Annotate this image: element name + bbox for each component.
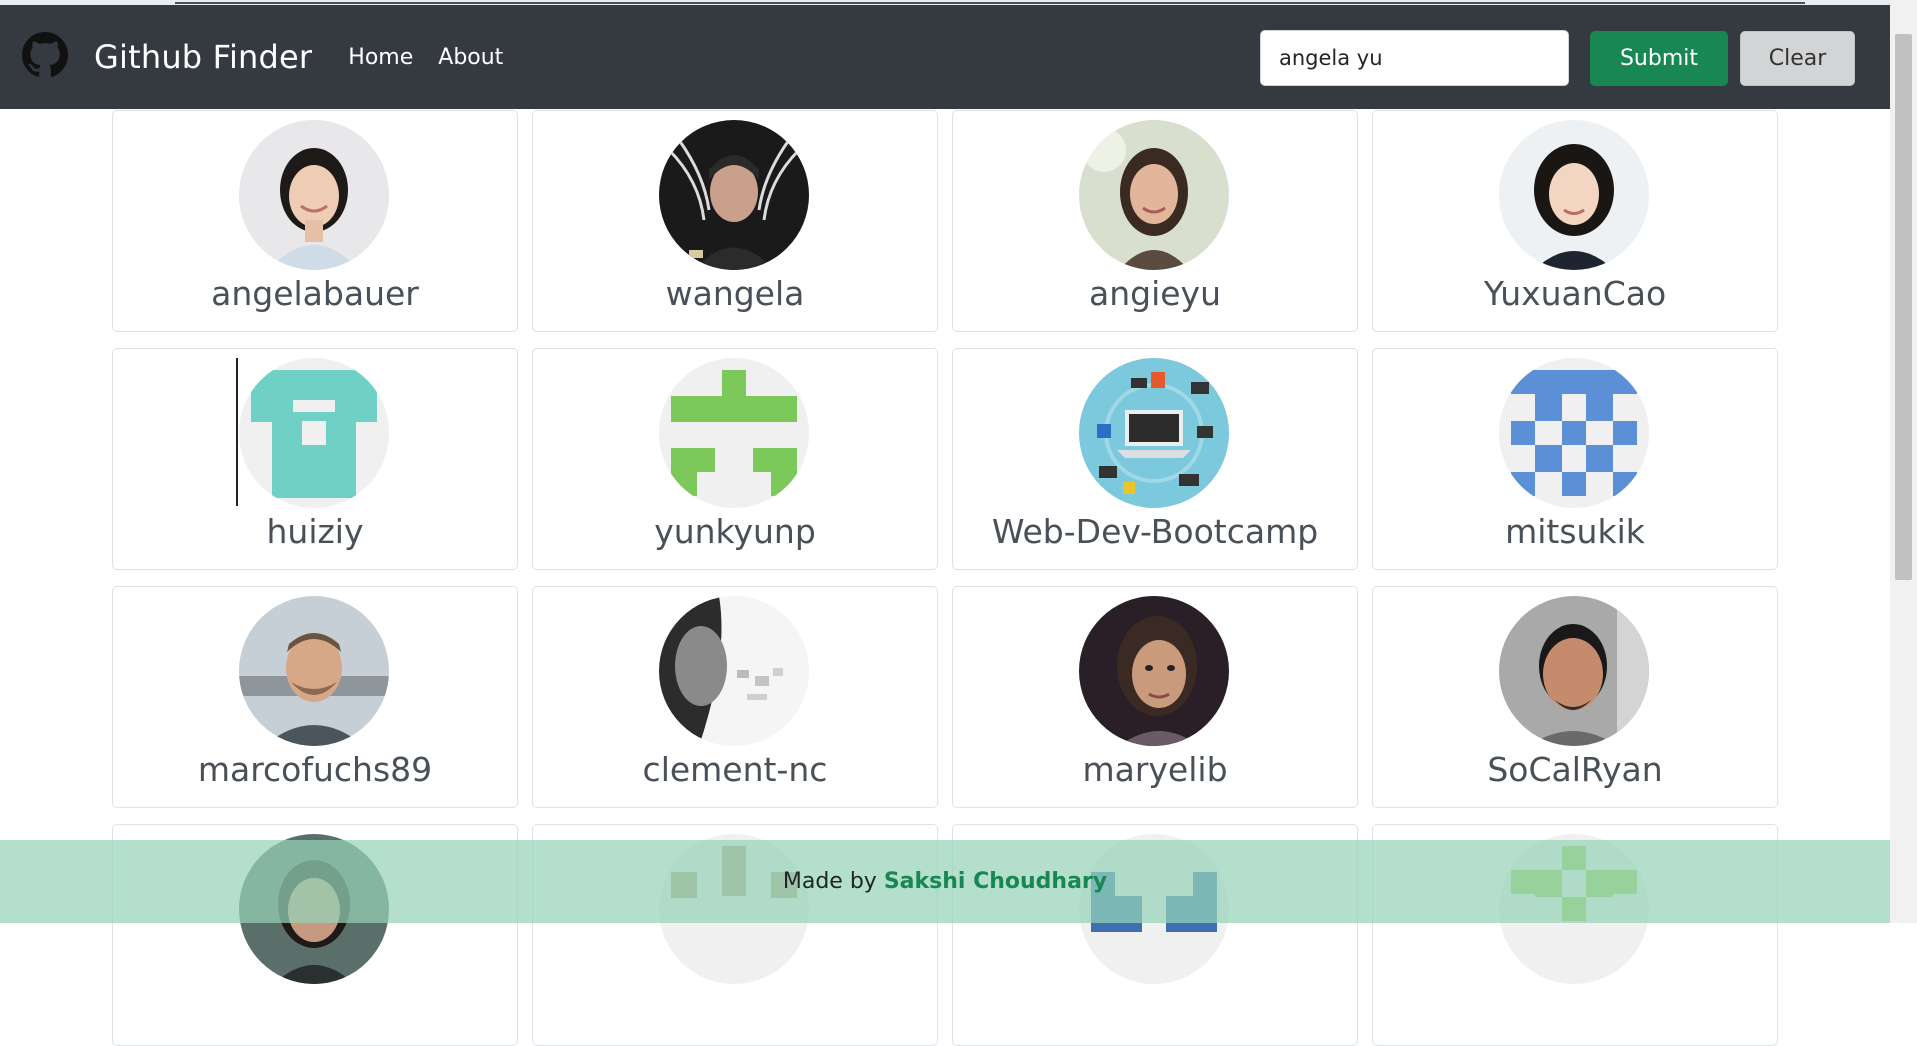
footer-prefix: Made by — [782, 869, 884, 894]
user-card: angelabauer — [112, 110, 518, 332]
text-cursor — [236, 358, 238, 506]
nav-home-link[interactable]: Home — [348, 45, 413, 70]
user-avatar[interactable] — [1079, 120, 1229, 270]
user-card: wangela — [532, 110, 938, 332]
nav-links: Home About — [348, 45, 528, 70]
top-divider — [175, 2, 1805, 4]
user-card: clement-nc — [532, 586, 938, 808]
user-login-link[interactable]: marcofuchs89 — [113, 750, 517, 789]
user-avatar[interactable] — [1499, 358, 1649, 508]
user-avatar[interactable] — [239, 358, 389, 508]
user-login-link[interactable]: mitsukik — [1373, 512, 1777, 551]
user-avatar[interactable] — [659, 120, 809, 270]
user-login-link[interactable]: YuxuanCao — [1373, 274, 1777, 313]
user-card: maryelib — [952, 586, 1358, 808]
user-card: yunkyunp — [532, 348, 938, 570]
brand-title: Github Finder — [94, 38, 313, 76]
user-login-link[interactable]: wangela — [533, 274, 937, 313]
navbar: Github Finder Home About Submit Clear — [0, 5, 1890, 109]
user-login-link[interactable]: maryelib — [953, 750, 1357, 789]
user-avatar[interactable] — [239, 120, 389, 270]
user-card: mitsukik — [1372, 348, 1778, 570]
user-avatar[interactable] — [1079, 358, 1229, 508]
clear-button[interactable]: Clear — [1740, 31, 1855, 86]
user-avatar[interactable] — [1079, 596, 1229, 746]
user-login-link[interactable]: SoCalRyan — [1373, 750, 1777, 789]
user-login-link[interactable]: clement-nc — [533, 750, 937, 789]
user-login-link[interactable]: yunkyunp — [533, 512, 937, 551]
footer-author-link[interactable]: Sakshi Choudhary — [884, 869, 1107, 894]
github-icon — [22, 32, 68, 82]
user-avatar[interactable] — [659, 596, 809, 746]
user-login-link[interactable]: Web-Dev-Bootcamp — [953, 512, 1357, 551]
nav-about-link[interactable]: About — [438, 45, 503, 70]
user-card: marcofuchs89 — [112, 586, 518, 808]
user-card: YuxuanCao — [1372, 110, 1778, 332]
user-login-link[interactable]: angieyu — [953, 274, 1357, 313]
user-login-link[interactable]: angelabauer — [113, 274, 517, 313]
user-card: Web-Dev-Bootcamp — [952, 348, 1358, 570]
user-card: angieyu — [952, 110, 1358, 332]
submit-button[interactable]: Submit — [1590, 31, 1728, 86]
user-avatar[interactable] — [239, 596, 389, 746]
brand-link[interactable]: Github Finder — [22, 32, 312, 82]
scrollbar-thumb[interactable] — [1895, 34, 1912, 580]
user-avatar[interactable] — [1499, 120, 1649, 270]
user-avatar[interactable] — [1499, 596, 1649, 746]
scrollbar[interactable] — [1890, 0, 1917, 923]
user-login-link[interactable]: huiziy — [113, 512, 517, 551]
search-input[interactable] — [1260, 30, 1569, 86]
user-card: SoCalRyan — [1372, 586, 1778, 808]
footer: Made by Sakshi Choudhary — [0, 840, 1890, 923]
user-card: huiziy — [112, 348, 518, 570]
user-avatar[interactable] — [659, 358, 809, 508]
